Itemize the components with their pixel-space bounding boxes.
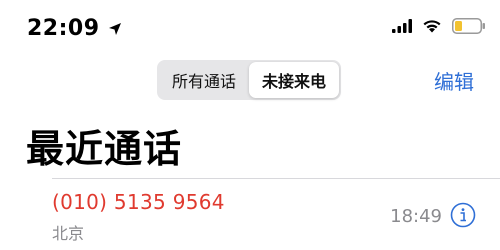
info-icon[interactable] [450,202,476,228]
cellular-signal-icon [392,19,412,33]
status-indicators [392,18,486,34]
location-arrow-icon [108,22,121,35]
status-time: 22:09 [27,16,100,41]
battery-icon [452,18,485,34]
segment-all-calls[interactable]: 所有通话 [159,62,249,98]
call-list-item[interactable]: (010) 5135 9564 北京 18:49 [0,182,500,250]
call-number: (010) 5135 9564 [52,190,225,214]
edit-button[interactable]: 编辑 [434,66,474,95]
call-location: 北京 [52,224,85,243]
status-time-group: 22:09 [27,16,122,41]
segment-missed-calls[interactable]: 未接来电 [249,62,339,98]
divider [52,178,500,179]
page-title: 最近通话 [26,127,183,171]
call-time: 18:49 [390,206,442,227]
wifi-icon [423,20,441,33]
call-filter-segmented-control: 所有通话 未接来电 [157,60,341,100]
status-bar: 22:09 [0,0,500,56]
